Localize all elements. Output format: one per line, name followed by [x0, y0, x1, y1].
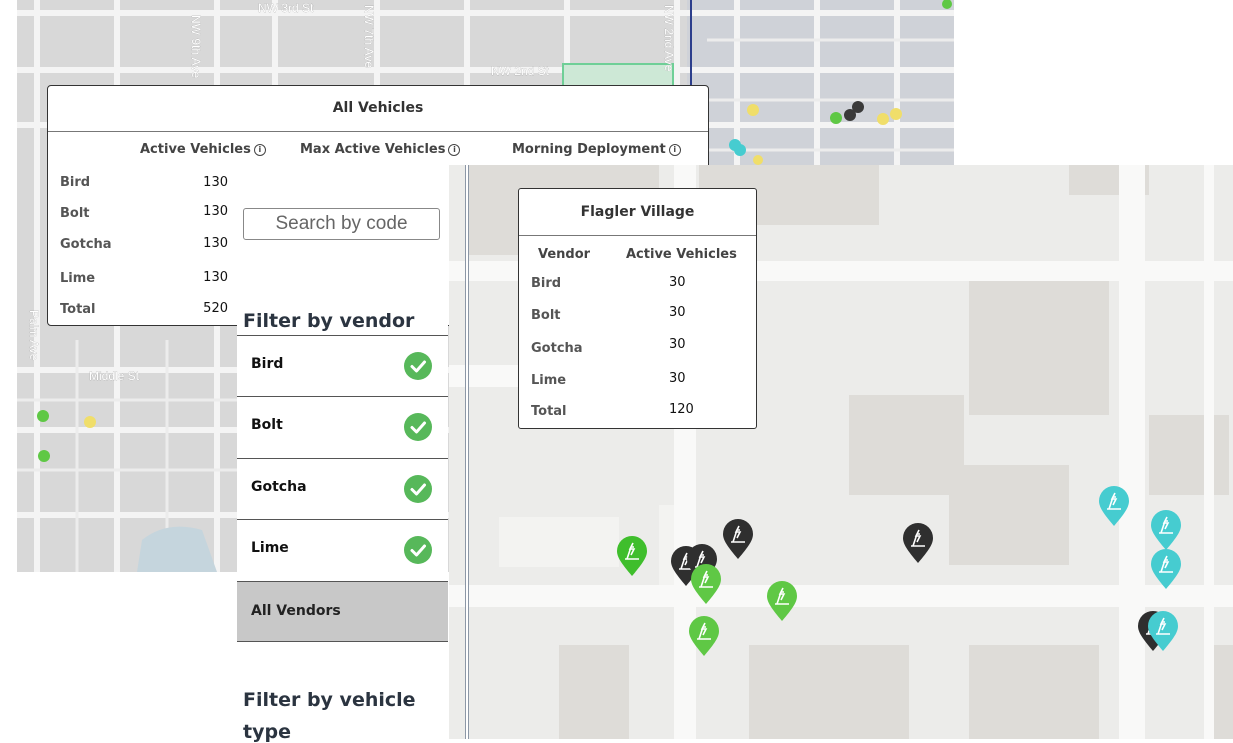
info-icon[interactable]: i [668, 143, 681, 156]
scooter-pin-gotcha[interactable] [1149, 548, 1183, 590]
column-header-morning-deployment: Morning Deployment i [512, 142, 681, 157]
column-header-vendor: Vendor [538, 247, 591, 262]
vendor-filter-label: Lime [251, 540, 289, 556]
all-vehicles-title: All Vehicles [48, 86, 708, 132]
street-label-nw-3rd-st: NW 3rd St [258, 1, 314, 15]
vendor-filter-bird[interactable]: Bird [237, 335, 448, 396]
vehicle-dot[interactable] [890, 108, 902, 120]
street-label-middle-st: Middle St [89, 369, 140, 383]
street-label-nw-9th-ave: NW 9th Ave [189, 15, 203, 78]
row-value-bolt: 130 [203, 204, 228, 219]
row-label-bird: Bird [531, 276, 562, 291]
check-icon[interactable] [404, 352, 432, 380]
column-header-max-active-vehicles: Max Active Vehicles i [300, 142, 461, 157]
check-icon[interactable] [404, 536, 432, 564]
filter-by-vehicle-type-heading: Filter by vehicle [243, 689, 416, 711]
scooter-pin-bolt[interactable] [689, 563, 723, 605]
scooter-pin-bolt[interactable] [765, 580, 799, 622]
map-divider [465, 165, 469, 739]
scooter-pin-bird[interactable] [721, 518, 755, 560]
row-value-bird: 130 [203, 175, 228, 190]
vehicle-dot[interactable] [38, 450, 50, 462]
vehicle-dot[interactable] [830, 112, 842, 124]
vehicle-dot[interactable] [747, 104, 759, 116]
vehicle-dot[interactable] [37, 410, 49, 422]
scooter-pin-gotcha[interactable] [1146, 610, 1180, 652]
row-label-bolt: Bolt [60, 206, 90, 221]
all-vendors-button[interactable]: All Vendors [237, 581, 448, 642]
row-label-total: Total [531, 404, 567, 419]
row-value-lime: 30 [669, 371, 686, 386]
row-label-bird: Bird [60, 175, 91, 190]
row-label-total: Total [60, 302, 96, 317]
scooter-pin-bolt[interactable] [687, 615, 721, 657]
vehicle-dot[interactable] [734, 144, 746, 156]
vehicle-dot[interactable] [877, 113, 889, 125]
row-value-bolt: 30 [669, 305, 686, 320]
row-label-lime: Lime [531, 373, 567, 388]
row-value-gotcha: 30 [669, 337, 686, 352]
all-vendors-label: All Vendors [251, 603, 341, 619]
filter-sidebar: Search by code Filter by vendor Bird Bol… [237, 165, 448, 743]
row-label-gotcha: Gotcha [60, 237, 112, 252]
filter-by-vendor-heading: Filter by vendor [243, 310, 415, 332]
check-icon[interactable] [404, 413, 432, 441]
row-value-bird: 30 [669, 275, 686, 290]
column-header-active-vehicles: Active Vehicles i [140, 142, 266, 157]
street-label-nw-2nd-ave: NW 2nd Ave [662, 5, 676, 72]
row-label-lime: Lime [60, 271, 96, 286]
info-icon[interactable]: i [253, 143, 266, 156]
street-label-palm-ave: Palm Ave [27, 310, 41, 361]
flagler-village-title: Flagler Village [519, 189, 756, 236]
row-label-bolt: Bolt [531, 308, 561, 323]
vendor-filter-label: Bolt [251, 417, 283, 433]
check-icon[interactable] [404, 475, 432, 503]
scooter-pin-gotcha[interactable] [1149, 509, 1183, 551]
vehicle-dot[interactable] [753, 155, 763, 165]
vehicle-dot[interactable] [84, 416, 96, 428]
row-value-lime: 130 [203, 270, 228, 285]
vendor-filter-label: Bird [251, 356, 284, 372]
street-label-nw-7th-ave: NW 7th Ave [362, 5, 376, 68]
scooter-pin-gotcha[interactable] [1097, 485, 1131, 527]
row-value-total: 520 [203, 301, 228, 316]
vendor-filter-gotcha[interactable]: Gotcha [237, 458, 448, 519]
vendor-filter-lime[interactable]: Lime [237, 519, 448, 580]
street-label-nw-2nd-st: NW 2nd St [491, 64, 550, 78]
scooter-pin-bird[interactable] [901, 522, 935, 564]
vehicle-dot[interactable] [852, 101, 864, 113]
column-header-active-vehicles: Active Vehicles [626, 247, 737, 262]
scooter-pin-lime[interactable] [615, 535, 649, 577]
flagler-village-popup: Flagler Village Vendor Active Vehicles B… [518, 188, 757, 429]
row-label-gotcha: Gotcha [531, 341, 583, 356]
row-value-total: 120 [669, 402, 694, 417]
search-input[interactable]: Search by code [243, 208, 440, 240]
vendor-filter-label: Gotcha [251, 479, 307, 495]
info-icon[interactable]: i [448, 143, 461, 156]
vendor-filter-bolt[interactable]: Bolt [237, 396, 448, 457]
row-value-gotcha: 130 [203, 236, 228, 251]
filter-by-vehicle-type-heading-line2: type [243, 721, 291, 743]
